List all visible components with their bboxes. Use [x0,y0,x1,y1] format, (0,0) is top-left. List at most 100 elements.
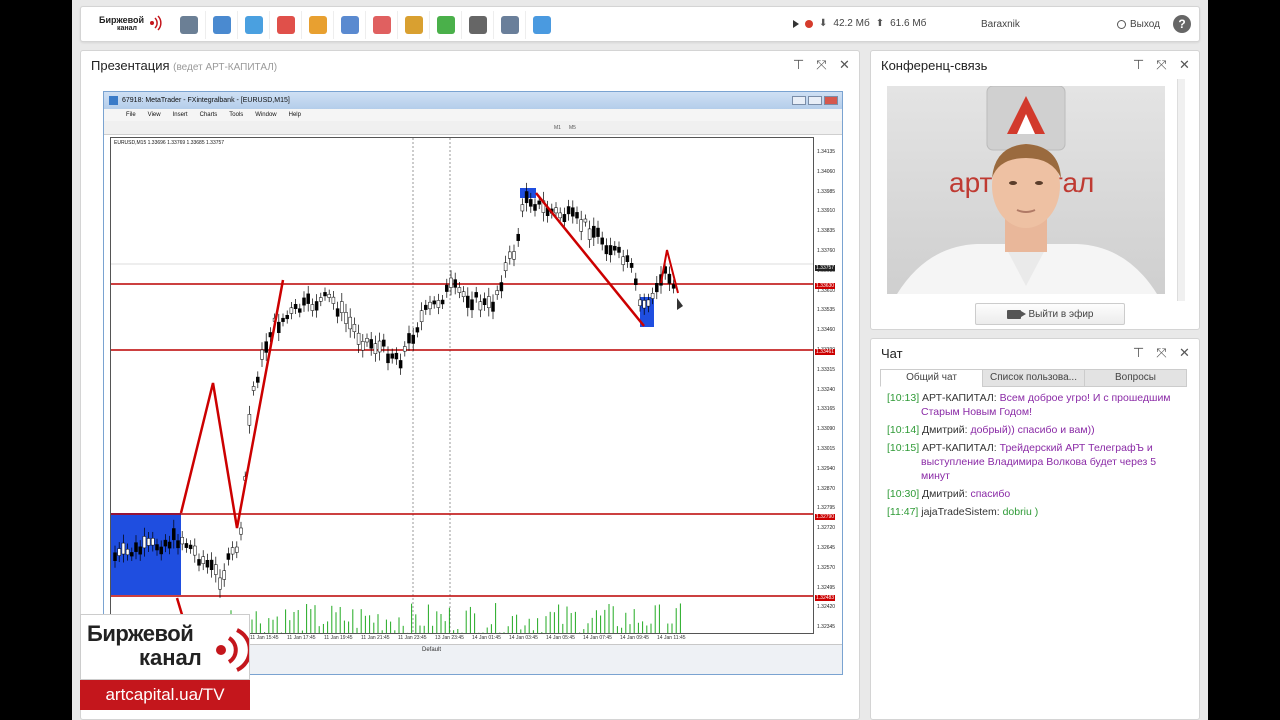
candle-body [457,287,462,293]
tab-questions[interactable]: Вопросы [1084,369,1187,387]
candle-body [251,386,256,391]
mt-tf-m5[interactable]: M5 [569,125,576,131]
candle-body [411,334,415,344]
record-icon[interactable] [805,19,813,28]
candle-body [176,540,180,549]
tab-general-chat[interactable]: Общий чат [880,369,983,387]
candle-body [604,245,609,255]
cursor-icon [677,298,683,310]
username[interactable]: Baraxnik [981,19,1020,30]
candle-body [487,296,491,309]
notepad-tool-button[interactable] [397,11,429,39]
mt-menu-item[interactable]: File [126,112,136,118]
folder-tool-button[interactable] [301,11,333,39]
candle-body [625,255,630,262]
webcam-tool-button[interactable] [173,11,205,39]
mt-menu-item[interactable]: Tools [229,112,243,118]
maximize-icon[interactable]: ⤧ [815,58,828,72]
mt-menu-item[interactable]: Insert [173,112,188,118]
time-tick-label: 14 Jan 07:45 [583,635,612,641]
logo[interactable]: Биржевой канал [99,13,162,35]
candle-body [188,544,193,550]
price-tick-label: 1.32645 [817,545,836,551]
channel-url[interactable]: artcapital.ua/TV [80,680,250,710]
price-chart[interactable]: EURUSD,M15 1.33696 1.33769 1.33685 1.337… [110,137,814,634]
pin-icon[interactable]: ⊤ [792,58,805,72]
candle-body [499,282,504,292]
help-button[interactable]: ? [1173,15,1191,33]
candle-body [167,541,172,549]
document-tool-button[interactable] [333,11,365,39]
video-scrollbar[interactable] [1177,79,1185,301]
media-tool-button[interactable] [269,11,301,39]
candle-body [537,200,541,205]
logo-line1: Биржевой [99,15,145,25]
pin-icon[interactable]: ⊤ [1132,346,1145,360]
chat-bubble-tool-button[interactable] [237,11,269,39]
presentation-tool-button[interactable] [205,11,237,39]
mt-menu-item[interactable]: Window [255,112,276,118]
layout-tool-button[interactable] [461,11,493,39]
price-marker-label: 1.33630 [815,283,836,289]
mt-minimize-button[interactable] [792,96,806,105]
candle-body [503,262,508,272]
candle-body [218,577,222,590]
price-tick-label: 1.32795 [817,505,836,512]
gear-tool-button[interactable] [493,11,525,39]
time-tick-label: 14 Jan 09:45 [620,635,649,641]
add-user-tool-button[interactable] [525,11,557,39]
candle-body [340,301,344,313]
candle-body [608,245,613,256]
candle-body [197,559,201,566]
maximize-icon[interactable]: ⤧ [1155,346,1168,360]
webcam-icon [180,16,198,34]
metatrader-window: 67918: MetaTrader - FXintegralbank - [EU… [103,91,843,675]
message-text: dobriu ) [1002,506,1039,518]
mt-window-buttons [792,96,838,105]
channel-logo-box: Биржевой канал [80,614,250,680]
mt-app-icon [109,96,118,105]
zone-box [111,513,181,595]
pin-icon[interactable]: ⊤ [1132,58,1145,72]
mt-restore-button[interactable] [808,96,822,105]
exit-button[interactable]: Выход [1117,19,1160,30]
candle-body [226,553,231,560]
candle-body [394,352,399,360]
candle-body [361,341,365,351]
candle-body [592,225,596,238]
candle-body [264,341,268,353]
candle-body [508,251,512,259]
add-user-icon [532,16,551,34]
candle-body [344,312,348,324]
candle-body [142,536,147,549]
mt-menu-item[interactable]: Charts [200,112,218,118]
mt-close-button[interactable] [824,96,838,105]
mt-menu-item[interactable]: View [148,112,161,118]
presentation-icon [212,16,231,34]
cube-tool-button[interactable] [365,11,397,39]
price-axis: 1.34135 1.34060 1.33985 1.33910 1.33835 1.337… [814,137,842,634]
mt-tf-m1[interactable]: M1 [554,125,561,131]
tab-user-list[interactable]: Список пользова... [982,369,1085,387]
price-tick-label: 1.34135 [817,149,836,155]
close-icon[interactable]: ✕ [1178,58,1191,72]
share-tool-button[interactable] [429,11,461,39]
candle-body [629,263,634,268]
candle-body [398,360,403,369]
go-on-air-label: Выйти в эфир [1028,308,1094,320]
time-tick-label: 11 Jan 19:45 [324,635,353,641]
time-tick-label: 14 Jan 11:45 [657,635,686,641]
candle-body [491,301,495,312]
candle-body [377,340,382,353]
close-icon[interactable]: ✕ [838,58,851,72]
close-icon[interactable]: ✕ [1178,346,1191,360]
candle-body [575,212,579,219]
maximize-icon[interactable]: ⤧ [1155,58,1168,72]
go-on-air-button[interactable]: Выйти в эфир [975,303,1125,325]
play-icon[interactable] [793,19,799,28]
mt-menu-item[interactable]: Help [289,112,301,118]
candle-body [432,300,436,305]
price-tick-label: 1.34060 [817,168,836,175]
candle-body [419,310,424,323]
candle-body [428,301,432,310]
